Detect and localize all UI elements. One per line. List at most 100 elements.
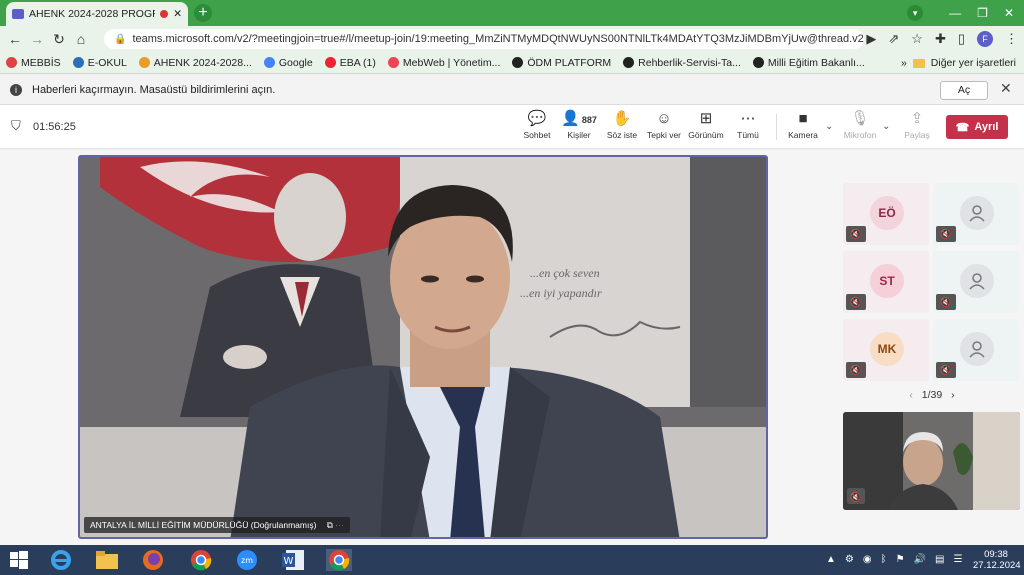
default-avatar-icon: [960, 332, 994, 366]
close-window-icon[interactable]: ✕: [1004, 6, 1014, 20]
leave-button[interactable]: ☎ Ayrıl: [946, 115, 1008, 139]
view-button[interactable]: ⊞ Görünüm: [684, 110, 728, 140]
profile-avatar[interactable]: F: [977, 31, 993, 47]
minimize-icon[interactable]: —: [949, 6, 961, 20]
profile-menu-icon[interactable]: ▾: [907, 5, 924, 21]
bookmark-favicon-icon: [623, 57, 635, 68]
participant-tile[interactable]: 🔇: [933, 319, 1019, 381]
forward-icon[interactable]: →: [26, 31, 48, 47]
home-icon[interactable]: ⌂: [70, 31, 92, 47]
tab-close-icon[interactable]: ✕: [173, 8, 182, 20]
bookmark-item[interactable]: Google: [258, 57, 319, 69]
participant-tile[interactable]: MK 🔇: [843, 319, 929, 381]
bookmark-favicon-icon: [138, 57, 150, 68]
zoom-icon[interactable]: zm: [234, 549, 260, 571]
bookmark-favicon-icon: [387, 57, 399, 68]
infobar-close-icon[interactable]: ✕: [1000, 80, 1012, 97]
camera-icon: ■: [798, 110, 808, 127]
bookmark-label: ÖDM PLATFORM: [527, 56, 612, 69]
mic-options-chevron-icon[interactable]: ⌄: [882, 121, 890, 132]
toolbar-divider: [776, 114, 777, 140]
participant-avatar: ST: [870, 264, 904, 298]
react-button[interactable]: ☺ Tepki ver: [642, 110, 686, 140]
browser-menu-icon[interactable]: ⋮: [1005, 31, 1018, 47]
raise-button[interactable]: ✋ Söz iste: [600, 110, 644, 140]
share-button[interactable]: ⇪ Paylaş: [895, 110, 939, 140]
restore-icon[interactable]: ❐: [977, 6, 988, 20]
participant-tile[interactable]: EÖ 🔇: [843, 183, 929, 245]
bookmark-star-icon[interactable]: ☆: [911, 31, 923, 47]
phone-hangup-icon: ☎: [955, 121, 970, 134]
chrome-icon[interactable]: [188, 549, 214, 571]
bookmark-label: Milli Eğitim Bakanlı...: [767, 56, 865, 69]
camera-permission-icon[interactable]: ▶: [866, 31, 876, 47]
pager-prev-icon[interactable]: ‹: [909, 389, 913, 401]
bookmark-item[interactable]: EBA (1): [319, 57, 382, 69]
bookmark-item[interactable]: MebWeb | Yönetim...: [382, 57, 506, 69]
other-bookmarks-link[interactable]: Diğer yer işaretleri: [931, 57, 1016, 69]
volume-icon[interactable]: 🔊: [914, 554, 926, 565]
shield-icon: ⛉: [11, 118, 21, 133]
enable-notifications-button[interactable]: Aç: [940, 81, 988, 100]
word-icon[interactable]: W: [280, 549, 306, 571]
view-label: Görünüm: [688, 130, 724, 140]
tray-app-icon[interactable]: ⚙: [845, 554, 854, 565]
clock-time: 09:38: [984, 549, 1008, 560]
taskbar-clock[interactable]: 09:38 27.12.2024: [973, 549, 1021, 571]
new-tab-button[interactable]: +: [194, 4, 212, 22]
lock-icon: 🔒: [114, 33, 127, 45]
sidebar-icon[interactable]: ▯: [958, 31, 965, 47]
people-button[interactable]: 👤 887 Kişiler: [557, 110, 601, 140]
default-avatar-icon: [960, 196, 994, 230]
bookmark-item[interactable]: Milli Eğitim Bakanlı...: [747, 57, 871, 69]
reload-icon[interactable]: ↻: [48, 31, 70, 48]
raise-icon: ✋: [612, 110, 632, 127]
bluetooth-icon[interactable]: ᛒ: [881, 554, 887, 565]
language-icon[interactable]: ☰: [953, 554, 962, 565]
browser-actions: ▶ ⇗ ☆ ✚ ▯ F ⋮: [866, 26, 1018, 52]
bookmark-item[interactable]: AHENK 2024-2028...: [133, 57, 258, 69]
participant-tile[interactable]: 🔇: [933, 251, 1019, 313]
share-page-icon[interactable]: ⇗: [888, 31, 899, 47]
muted-mic-icon: 🔇: [936, 226, 956, 242]
bookmark-item[interactable]: MEBBİS: [0, 57, 67, 69]
tray-expand-icon[interactable]: ▲: [826, 554, 836, 565]
chat-button[interactable]: 💬 Sohbet: [515, 110, 559, 140]
more-label: Tümü: [737, 130, 759, 140]
participant-avatar: EÖ: [870, 196, 904, 230]
bookmark-label: EBA (1): [339, 56, 376, 69]
windows-start-icon[interactable]: [6, 549, 32, 571]
mic-button[interactable]: 🎙 Mikrofon: [838, 110, 882, 140]
camera-options-chevron-icon[interactable]: ⌄: [825, 121, 833, 132]
internet-explorer-icon[interactable]: [48, 549, 74, 571]
svg-text:W: W: [284, 556, 294, 567]
pager-next-icon[interactable]: ›: [951, 389, 955, 401]
speaker-name: ANTALYA İL MİLLİ EĞİTİM MÜDÜRLÜĞÜ (Doğru…: [90, 520, 317, 530]
bookmark-item[interactable]: E-OKUL: [67, 57, 133, 69]
participant-pager: ‹ 1/39 ›: [900, 389, 964, 401]
flag-icon[interactable]: ⚑: [896, 554, 905, 565]
network-icon[interactable]: ▤: [935, 554, 944, 565]
muted-mic-icon: 🔇: [846, 226, 866, 242]
extensions-icon[interactable]: ✚: [935, 31, 946, 47]
tray-antivirus-icon[interactable]: ◉: [863, 554, 872, 565]
bookmark-item[interactable]: ÖDM PLATFORM: [506, 57, 617, 69]
firefox-icon[interactable]: [140, 549, 166, 571]
more-button[interactable]: ⋯ Tümü: [726, 110, 770, 140]
bookmark-favicon-icon: [72, 57, 84, 68]
video-options-icon[interactable]: ⧉ ⋯: [327, 520, 344, 530]
camera-button[interactable]: ■ Kamera: [781, 110, 825, 140]
back-icon[interactable]: ←: [4, 31, 26, 47]
chrome-active-icon[interactable]: [326, 549, 352, 571]
bookmark-item[interactable]: Rehberlik-Servisi-Ta...: [617, 57, 747, 69]
self-video[interactable]: 🔇: [843, 412, 1020, 510]
address-bar[interactable]: 🔒 teams.microsoft.com/v2/?meetingjoin=tr…: [104, 29, 864, 49]
people-icon: 👤: [561, 110, 580, 127]
browser-tab[interactable]: AHENK 2024-2028 PROGRAM ✕: [6, 2, 188, 26]
speaker-name-badge: ANTALYA İL MİLLİ EĞİTİM MÜDÜRLÜĞÜ (Doğru…: [84, 517, 350, 533]
bookmarks-more-icon[interactable]: »: [901, 57, 907, 69]
participant-tile[interactable]: 🔇: [933, 183, 1019, 245]
participant-tile[interactable]: ST 🔇: [843, 251, 929, 313]
file-explorer-icon[interactable]: [94, 549, 120, 571]
main-speaker-video[interactable]: ...en çok seven ...en iyi yapandır ANTAL…: [78, 155, 768, 539]
